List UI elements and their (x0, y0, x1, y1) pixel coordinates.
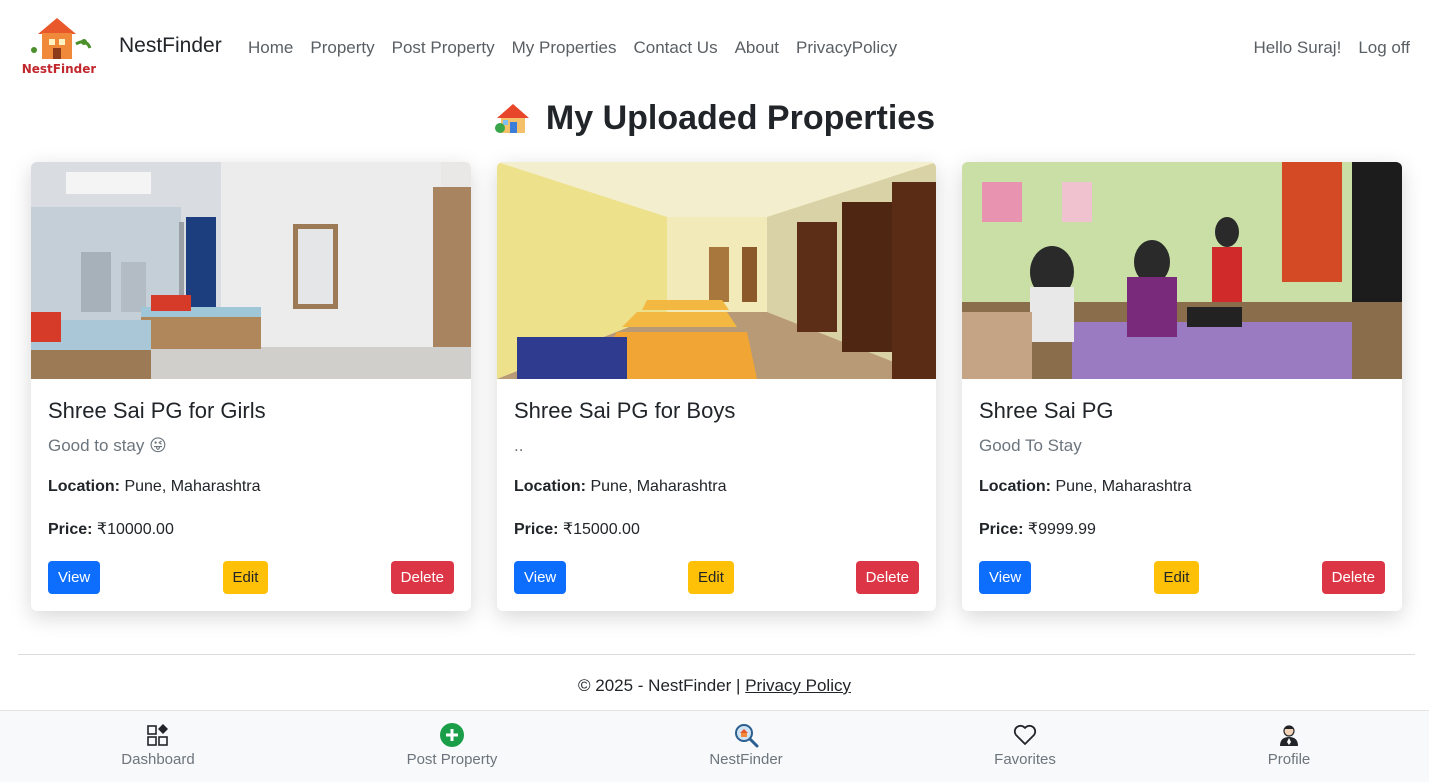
footer-divider (18, 654, 1415, 655)
nav-my-properties[interactable]: My Properties (512, 38, 617, 58)
property-location: Location: Pune, Maharashtra (48, 478, 261, 495)
property-image (962, 162, 1402, 379)
search-house-icon (735, 724, 759, 748)
dashboard-icon (147, 724, 168, 746)
property-title: Shree Sai PG for Girls (48, 398, 266, 423)
page-heading: My Uploaded Properties (0, 98, 1429, 138)
nestfinder-logo[interactable]: NestFinder (22, 14, 96, 78)
bottom-nav-post-property[interactable]: Post Property (382, 721, 522, 768)
plus-circle-icon (440, 723, 464, 747)
bottom-nav-favorites[interactable]: Favorites (955, 721, 1095, 768)
delete-button[interactable]: Delete (855, 561, 919, 594)
property-price: Price: ₹15000.00 (514, 521, 640, 538)
property-price: Price: ₹10000.00 (48, 521, 174, 538)
bottom-nav-dashboard[interactable]: Dashboard (88, 721, 228, 768)
svg-text:NestFinder: NestFinder (22, 62, 96, 76)
footer: © 2025 - NestFinder | Privacy Policy (0, 676, 1429, 696)
view-button[interactable]: View (514, 561, 567, 594)
page-title: My Uploaded Properties (545, 98, 936, 137)
bottom-nav-label: NestFinder (709, 751, 783, 768)
nav-property[interactable]: Property (310, 38, 374, 58)
property-title: Shree Sai PG (979, 398, 1114, 423)
nav-about[interactable]: About (735, 38, 779, 58)
view-button[interactable]: View (48, 561, 101, 594)
bottom-nav-label: Favorites (994, 751, 1056, 768)
delete-button[interactable]: Delete (390, 561, 454, 594)
property-description: Good to stay 😜 (48, 436, 167, 455)
logout-link[interactable]: Log off (1358, 38, 1410, 58)
bottom-nav-label: Dashboard (121, 751, 195, 768)
delete-button[interactable]: Delete (1321, 561, 1385, 594)
house-icon (494, 104, 529, 133)
footer-copyright: © 2025 - NestFinder | (578, 676, 746, 695)
property-location: Location: Pune, Maharashtra (979, 478, 1192, 495)
edit-button[interactable]: Edit (1153, 561, 1200, 594)
property-image (31, 162, 471, 379)
property-card: Shree Sai PG for Boys .. Location: Pune,… (497, 162, 936, 611)
property-description: .. (514, 436, 524, 455)
edit-button[interactable]: Edit (222, 561, 269, 594)
property-title: Shree Sai PG for Boys (514, 398, 736, 423)
top-navbar: NestFinder NestFinder Home Property Post… (0, 0, 1429, 96)
property-description: Good To Stay (979, 436, 1082, 455)
bottom-nav-nestfinder[interactable]: NestFinder (676, 721, 816, 768)
nav-privacy-policy[interactable]: PrivacyPolicy (796, 38, 897, 58)
user-greeting[interactable]: Hello Suraj! (1253, 38, 1341, 58)
bottom-nav-profile[interactable]: Profile (1219, 721, 1359, 768)
bottom-navigation: Dashboard Post Property NestFinder Favor… (0, 710, 1429, 782)
property-price: Price: ₹9999.99 (979, 521, 1096, 538)
nav-links: Home Property Post Property My Propertie… (248, 38, 914, 58)
brand-name[interactable]: NestFinder (119, 34, 222, 58)
heart-icon (1013, 724, 1037, 745)
view-button[interactable]: View (979, 561, 1032, 594)
property-card: Shree Sai PG for Girls Good to stay 😜 Lo… (31, 162, 471, 611)
nav-home[interactable]: Home (248, 38, 293, 58)
nav-post-property[interactable]: Post Property (392, 38, 495, 58)
nav-contact-us[interactable]: Contact Us (633, 38, 717, 58)
bottom-nav-label: Profile (1267, 751, 1311, 768)
property-location: Location: Pune, Maharashtra (514, 478, 727, 495)
property-card: Shree Sai PG Good To Stay Location: Pune… (962, 162, 1402, 611)
user-area: Hello Suraj! Log off (1253, 38, 1410, 58)
user-icon (1280, 725, 1298, 746)
property-image (497, 162, 936, 379)
bottom-nav-label: Post Property (406, 751, 498, 768)
edit-button[interactable]: Edit (688, 561, 734, 594)
footer-privacy-link[interactable]: Privacy Policy (745, 676, 851, 695)
